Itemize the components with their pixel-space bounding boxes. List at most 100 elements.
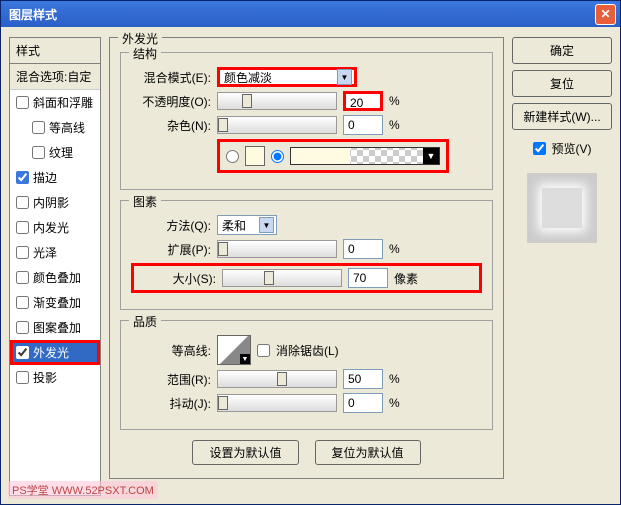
noise-input[interactable]: 0 — [343, 115, 383, 135]
ok-button[interactable]: 确定 — [512, 37, 612, 64]
quality-legend: 品质 — [129, 313, 161, 330]
styles-header: 样式 — [10, 38, 100, 64]
size-slider[interactable] — [222, 269, 342, 287]
spread-slider[interactable] — [217, 240, 337, 258]
preview-swatch — [527, 173, 597, 243]
blend-mode-label: 混合模式(E): — [131, 69, 211, 86]
style-label: 描边 — [33, 169, 57, 186]
style-checkbox[interactable] — [16, 346, 29, 359]
size-unit: 像素 — [394, 270, 424, 287]
opacity-unit: % — [389, 94, 419, 108]
style-item-1[interactable]: 等高线 — [10, 115, 100, 140]
set-default-button[interactable]: 设置为默认值 — [192, 440, 298, 465]
range-unit: % — [389, 372, 419, 386]
style-item-6[interactable]: 光泽 — [10, 240, 100, 265]
range-input[interactable]: 50 — [343, 369, 383, 389]
chevron-down-icon: ▼ — [259, 217, 274, 233]
style-checkbox[interactable] — [16, 246, 29, 259]
chevron-down-icon: ▼ — [337, 69, 352, 85]
style-label: 斜面和浮雕 — [33, 94, 93, 111]
style-checkbox[interactable] — [16, 371, 29, 384]
chevron-down-icon: ▼ — [423, 148, 439, 164]
chevron-down-icon: ▼ — [240, 354, 250, 364]
gradient-radio[interactable] — [271, 150, 284, 163]
style-checkbox[interactable] — [16, 221, 29, 234]
preview-checkbox[interactable] — [533, 142, 546, 155]
jitter-unit: % — [389, 396, 419, 410]
noise-label: 杂色(N): — [131, 117, 211, 134]
style-item-10[interactable]: 外发光 — [10, 340, 100, 365]
style-checkbox[interactable] — [16, 96, 29, 109]
opacity-slider[interactable] — [217, 92, 337, 110]
jitter-label: 抖动(J): — [131, 395, 211, 412]
blend-mode-select[interactable]: 颜色减淡 ▼ — [217, 67, 357, 87]
noise-slider[interactable] — [217, 116, 337, 134]
spread-unit: % — [389, 242, 419, 256]
preview-label: 预览(V) — [552, 140, 592, 157]
style-item-11[interactable]: 投影 — [10, 365, 100, 390]
jitter-input[interactable]: 0 — [343, 393, 383, 413]
style-checkbox[interactable] — [16, 171, 29, 184]
watermark: PS学堂 WWW.52PSXT.COM — [8, 481, 158, 499]
new-style-button[interactable]: 新建样式(W)... — [512, 103, 612, 130]
style-label: 纹理 — [49, 144, 73, 161]
range-slider[interactable] — [217, 370, 337, 388]
cancel-button[interactable]: 复位 — [512, 70, 612, 97]
method-value: 柔和 — [222, 217, 246, 234]
style-checkbox[interactable] — [16, 196, 29, 209]
opacity-input[interactable]: 20 — [343, 91, 383, 111]
style-item-2[interactable]: 纹理 — [10, 140, 100, 165]
method-select[interactable]: 柔和 ▼ — [217, 215, 277, 235]
main-panel: 外发光 结构 混合模式(E): 颜色减淡 ▼ 不透明度(O): 2 — [109, 37, 504, 496]
style-item-9[interactable]: 图案叠加 — [10, 315, 100, 340]
group-elements: 图素 方法(Q): 柔和 ▼ 扩展(P): 0 % — [120, 200, 493, 310]
opacity-label: 不透明度(O): — [131, 93, 211, 110]
solid-color-radio[interactable] — [226, 150, 239, 163]
method-label: 方法(Q): — [131, 217, 211, 234]
blend-mode-value: 颜色减淡 — [224, 69, 272, 86]
style-item-4[interactable]: 内阴影 — [10, 190, 100, 215]
titlebar: 图层样式 ✕ — [1, 1, 620, 27]
style-label: 内发光 — [33, 219, 69, 236]
gradient-picker[interactable]: ▼ — [290, 147, 440, 165]
style-checkbox[interactable] — [16, 321, 29, 334]
dialog-window: 图层样式 ✕ 样式 混合选项:自定 斜面和浮雕等高线纹理描边内阴影内发光光泽颜色… — [0, 0, 621, 505]
style-label: 内阴影 — [33, 194, 69, 211]
blend-options[interactable]: 混合选项:自定 — [10, 64, 100, 90]
style-checkbox[interactable] — [16, 296, 29, 309]
close-icon: ✕ — [600, 7, 610, 21]
antialias-label: 消除锯齿(L) — [276, 342, 339, 359]
spread-label: 扩展(P): — [131, 241, 211, 258]
size-input[interactable]: 70 — [348, 268, 388, 288]
style-item-8[interactable]: 渐变叠加 — [10, 290, 100, 315]
style-checkbox[interactable] — [32, 121, 45, 134]
contour-picker[interactable]: ▼ — [217, 335, 251, 365]
style-item-7[interactable]: 颜色叠加 — [10, 265, 100, 290]
reset-default-button[interactable]: 复位为默认值 — [315, 440, 421, 465]
style-label: 外发光 — [33, 344, 69, 361]
style-label: 投影 — [33, 369, 57, 386]
style-checkbox[interactable] — [16, 271, 29, 284]
color-type-group: ▼ — [217, 139, 449, 173]
antialias-checkbox[interactable] — [257, 344, 270, 357]
style-label: 渐变叠加 — [33, 294, 81, 311]
style-checkbox[interactable] — [32, 146, 45, 159]
jitter-slider[interactable] — [217, 394, 337, 412]
group-quality: 品质 等高线: ▼ 消除锯齿(L) 范围(R): 50 % 抖动 — [120, 320, 493, 430]
styles-panel: 样式 混合选项:自定 斜面和浮雕等高线纹理描边内阴影内发光光泽颜色叠加渐变叠加图… — [9, 37, 101, 496]
spread-input[interactable]: 0 — [343, 239, 383, 259]
structure-legend: 结构 — [129, 45, 161, 62]
color-swatch[interactable] — [245, 146, 265, 166]
contour-label: 等高线: — [131, 342, 211, 359]
style-label: 等高线 — [49, 119, 85, 136]
close-button[interactable]: ✕ — [595, 4, 616, 25]
noise-unit: % — [389, 118, 419, 132]
style-label: 光泽 — [33, 244, 57, 261]
size-label: 大小(S): — [136, 270, 216, 287]
style-item-5[interactable]: 内发光 — [10, 215, 100, 240]
range-label: 范围(R): — [131, 371, 211, 388]
style-label: 图案叠加 — [33, 319, 81, 336]
style-item-3[interactable]: 描边 — [10, 165, 100, 190]
style-item-0[interactable]: 斜面和浮雕 — [10, 90, 100, 115]
dialog-title: 图层样式 — [9, 6, 57, 23]
